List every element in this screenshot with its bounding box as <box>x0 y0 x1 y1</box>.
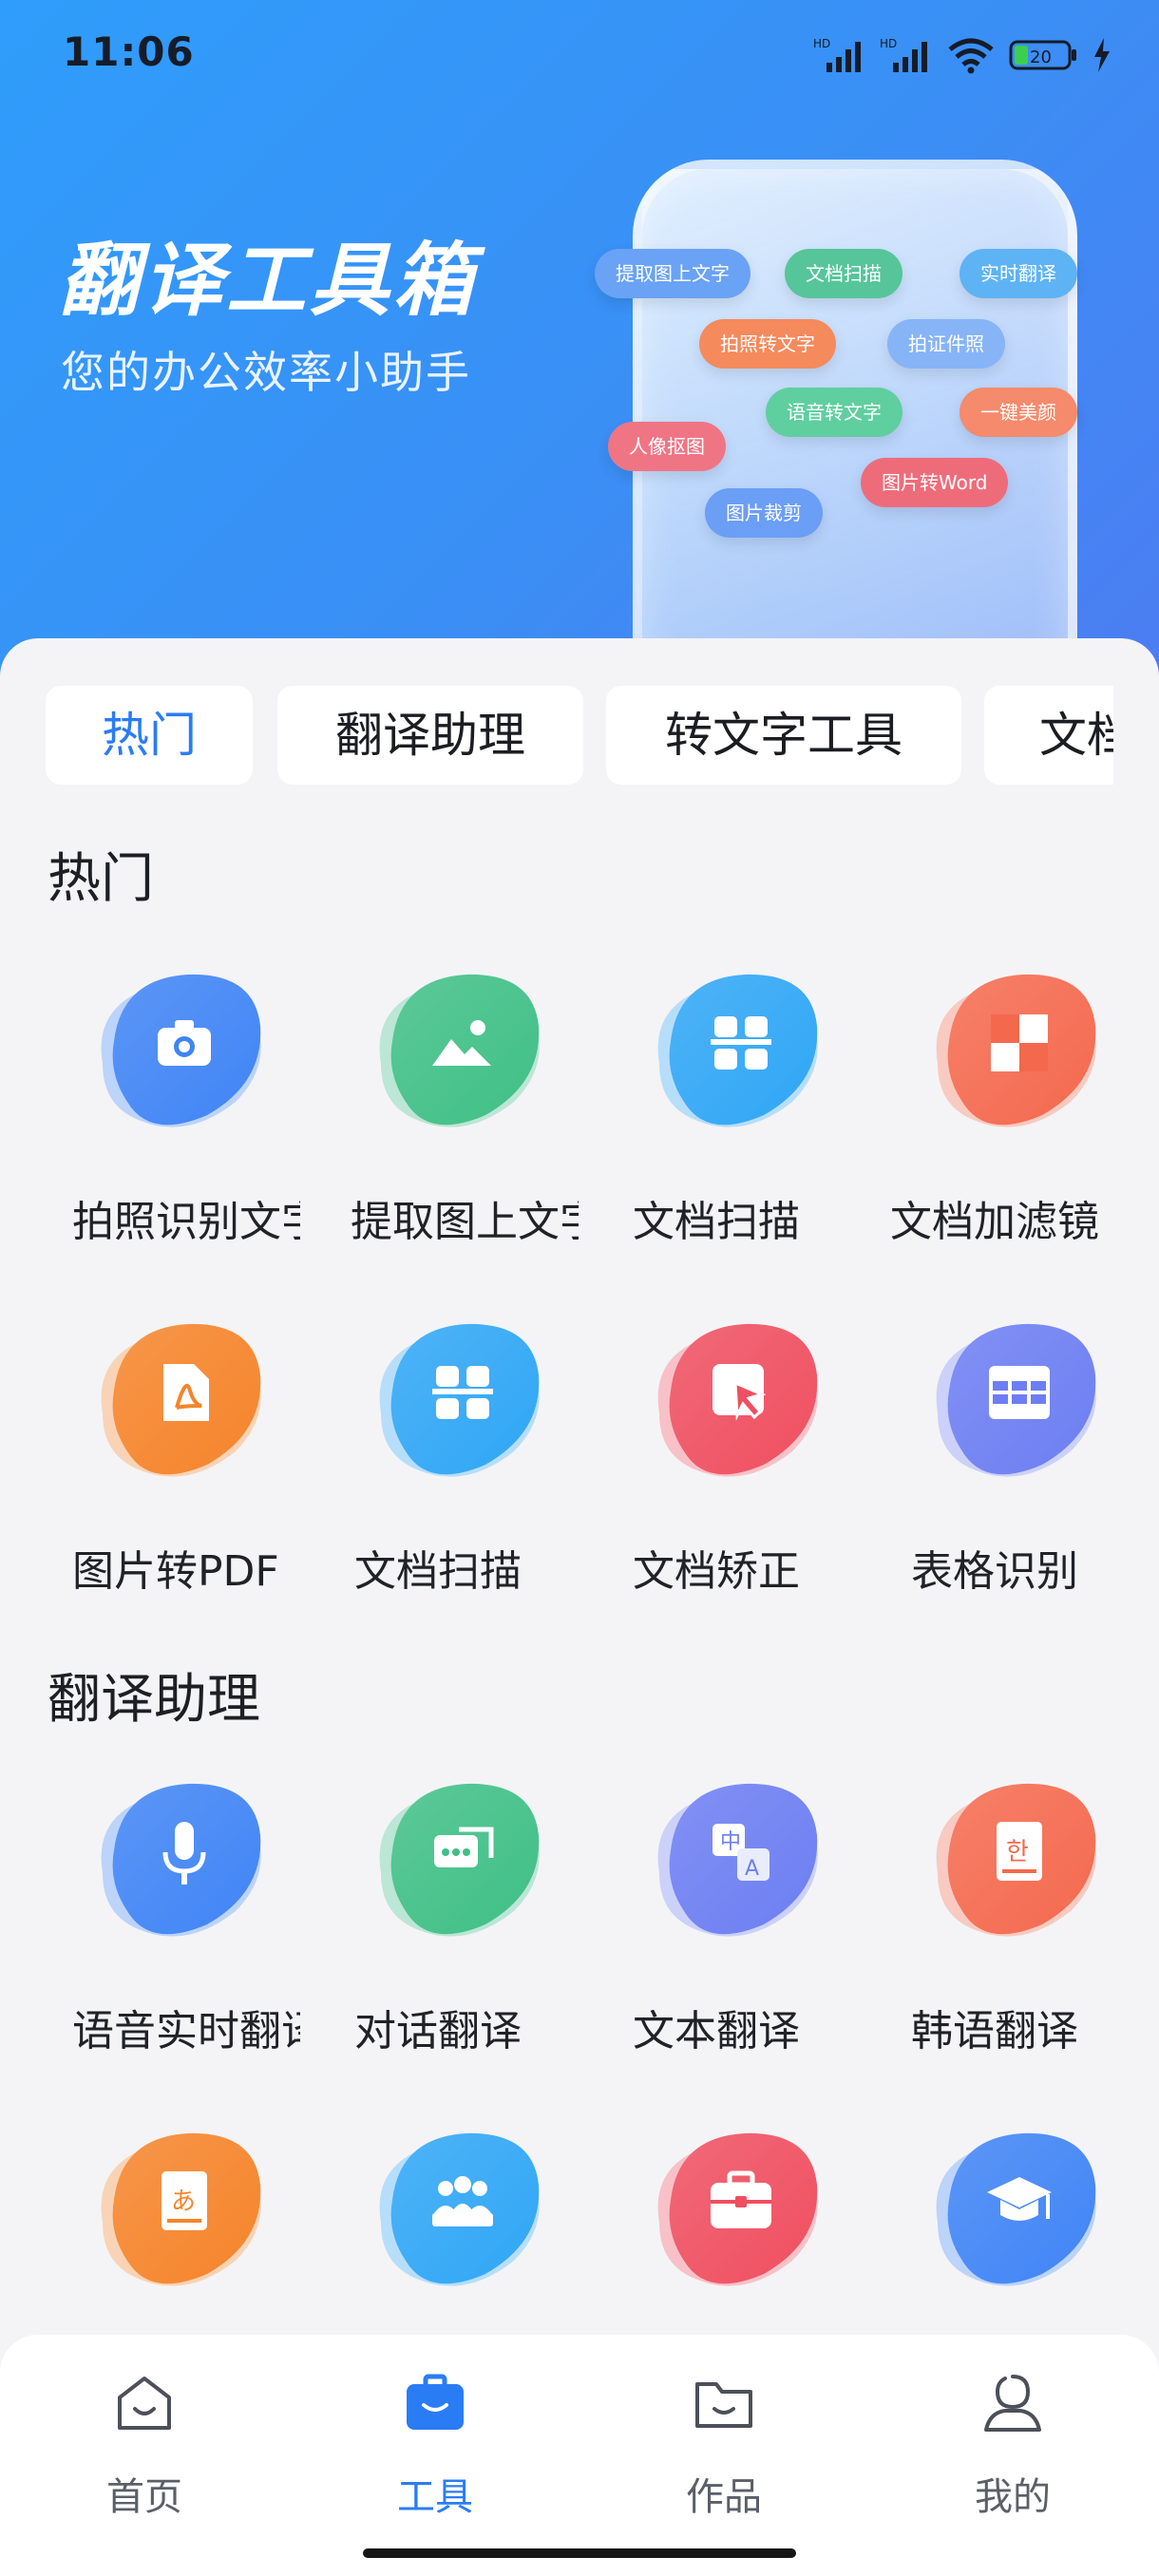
microphone-icon <box>101 1783 261 1937</box>
tab-document[interactable]: 文档 <box>984 686 1113 785</box>
svg-text:中: 中 <box>720 1830 741 1854</box>
battery-icon: 20 <box>1009 40 1076 70</box>
image-icon <box>379 974 540 1127</box>
translate-icon: 中A <box>657 1783 818 1937</box>
svg-text:HD: HD <box>880 37 897 50</box>
hero-chip: 实时翻译 <box>960 249 1077 298</box>
status-time: 11:06 <box>63 28 195 75</box>
bottom-nav: 首页 工具 作品 我的 <box>0 2335 1159 2576</box>
signal-icon: HD <box>813 37 861 72</box>
hero-title: 翻译工具箱 <box>59 234 478 327</box>
tab-hot[interactable]: 热门 <box>46 686 253 785</box>
hero-chip: 文档扫描 <box>785 249 902 298</box>
pdf-icon <box>101 1323 261 1477</box>
hero-chip: 拍照转文字 <box>699 319 836 369</box>
tool-item[interactable]: 表格识别 <box>862 1299 1128 1613</box>
tool-label: 提取图上文字 <box>351 1198 579 1246</box>
hero-chip: 图片转Word <box>861 458 1009 507</box>
hero-chip: 图片裁剪 <box>705 488 823 538</box>
tool-item[interactable]: 中A 文本翻译 <box>583 1759 849 2073</box>
tool-item[interactable]: 文档扫描 <box>583 950 849 1263</box>
hero-chip: 人像抠图 <box>608 422 726 471</box>
nav-tools[interactable]: 工具 <box>340 2373 530 2519</box>
svg-text:한: 한 <box>1006 1838 1029 1866</box>
japanese-book-icon: あ <box>101 2132 261 2286</box>
briefcase-icon <box>657 2132 818 2286</box>
tool-label: 文档矫正 <box>633 1547 800 1596</box>
chat-icon <box>379 1783 540 1937</box>
tool-label: 文本翻译 <box>633 2007 800 2055</box>
tool-label: 文档扫描 <box>354 1547 522 1596</box>
hero-chip: 拍证件照 <box>887 319 1005 369</box>
home-indicator[interactable] <box>363 2548 796 2558</box>
svg-text:20: 20 <box>1030 47 1052 67</box>
meeting-icon <box>379 2132 540 2286</box>
tool-label: 文档扫描 <box>633 1198 800 1246</box>
profile-icon <box>984 2375 1041 2432</box>
nav-label: 工具 <box>397 2475 473 2519</box>
status-bar: 11:06 HD HD 20 <box>0 0 1159 104</box>
hero-chip: 语音转文字 <box>766 388 902 437</box>
tool-label: 韩语翻译 <box>911 2007 1078 2055</box>
tool-label: 拍照识别文字 <box>72 1198 300 1246</box>
folder-icon <box>695 2382 752 2428</box>
home-icon <box>118 2377 171 2430</box>
toolbox-icon <box>407 2374 464 2430</box>
tool-item[interactable]: 拍照识别文字 <box>27 950 300 1263</box>
section-title: 热门 <box>48 848 154 910</box>
tab-to-text-tools[interactable]: 转文字工具 <box>606 686 961 785</box>
tool-label: 表格识别 <box>911 1547 1078 1596</box>
charging-icon <box>1094 38 1110 72</box>
signal-icon: HD <box>880 37 927 72</box>
nav-label: 我的 <box>975 2475 1051 2519</box>
nav-home[interactable]: 首页 <box>49 2373 239 2519</box>
filter-icon <box>936 974 1096 1127</box>
svg-text:HD: HD <box>813 37 830 50</box>
nav-label: 作品 <box>686 2475 762 2519</box>
tool-item[interactable]: 文档扫描 <box>305 1299 571 1613</box>
tool-item[interactable]: 文档加滤镜 <box>862 950 1128 1263</box>
tool-label: 图片转PDF <box>72 1547 279 1596</box>
graduation-cap-icon <box>936 2132 1096 2286</box>
scan-icon <box>657 974 818 1127</box>
category-tabs: 热门 翻译助理 转文字工具 文档 <box>46 686 1113 788</box>
tool-label: 对话翻译 <box>354 2007 522 2055</box>
tool-label: 语音实时翻译 <box>72 2007 300 2055</box>
camera-icon <box>101 974 261 1127</box>
svg-text:あ: あ <box>171 2188 196 2216</box>
wifi-icon <box>948 38 994 74</box>
nav-label: 首页 <box>106 2475 182 2519</box>
svg-text:A: A <box>745 1857 759 1881</box>
tool-item[interactable]: 文档矫正 <box>583 1299 849 1613</box>
nav-mine[interactable]: 我的 <box>918 2373 1108 2519</box>
cursor-icon <box>657 1323 818 1477</box>
table-icon <box>936 1323 1096 1477</box>
tool-item[interactable]: 提取图上文字 <box>305 950 579 1263</box>
nav-works[interactable]: 作品 <box>629 2373 819 2519</box>
korean-book-icon: 한 <box>936 1783 1096 1937</box>
status-icons: HD HD 20 <box>813 34 1112 76</box>
scan-icon <box>379 1323 540 1477</box>
tool-item[interactable]: 图片转PDF <box>27 1299 293 1613</box>
tool-label: 文档加滤镜 <box>890 1198 1099 1246</box>
hero-chip: 提取图上文字 <box>595 249 750 298</box>
tool-item[interactable]: 语音实时翻译 <box>27 1759 300 2073</box>
hero-subtitle: 您的办公效率小助手 <box>61 347 471 398</box>
tool-item[interactable]: 对话翻译 <box>305 1759 571 2073</box>
section-title: 翻译助理 <box>48 1669 260 1731</box>
tab-translation-assistant[interactable]: 翻译助理 <box>277 686 583 785</box>
hero-chip: 一键美颜 <box>960 388 1077 437</box>
tool-item[interactable]: 한 韩语翻译 <box>862 1759 1128 2073</box>
